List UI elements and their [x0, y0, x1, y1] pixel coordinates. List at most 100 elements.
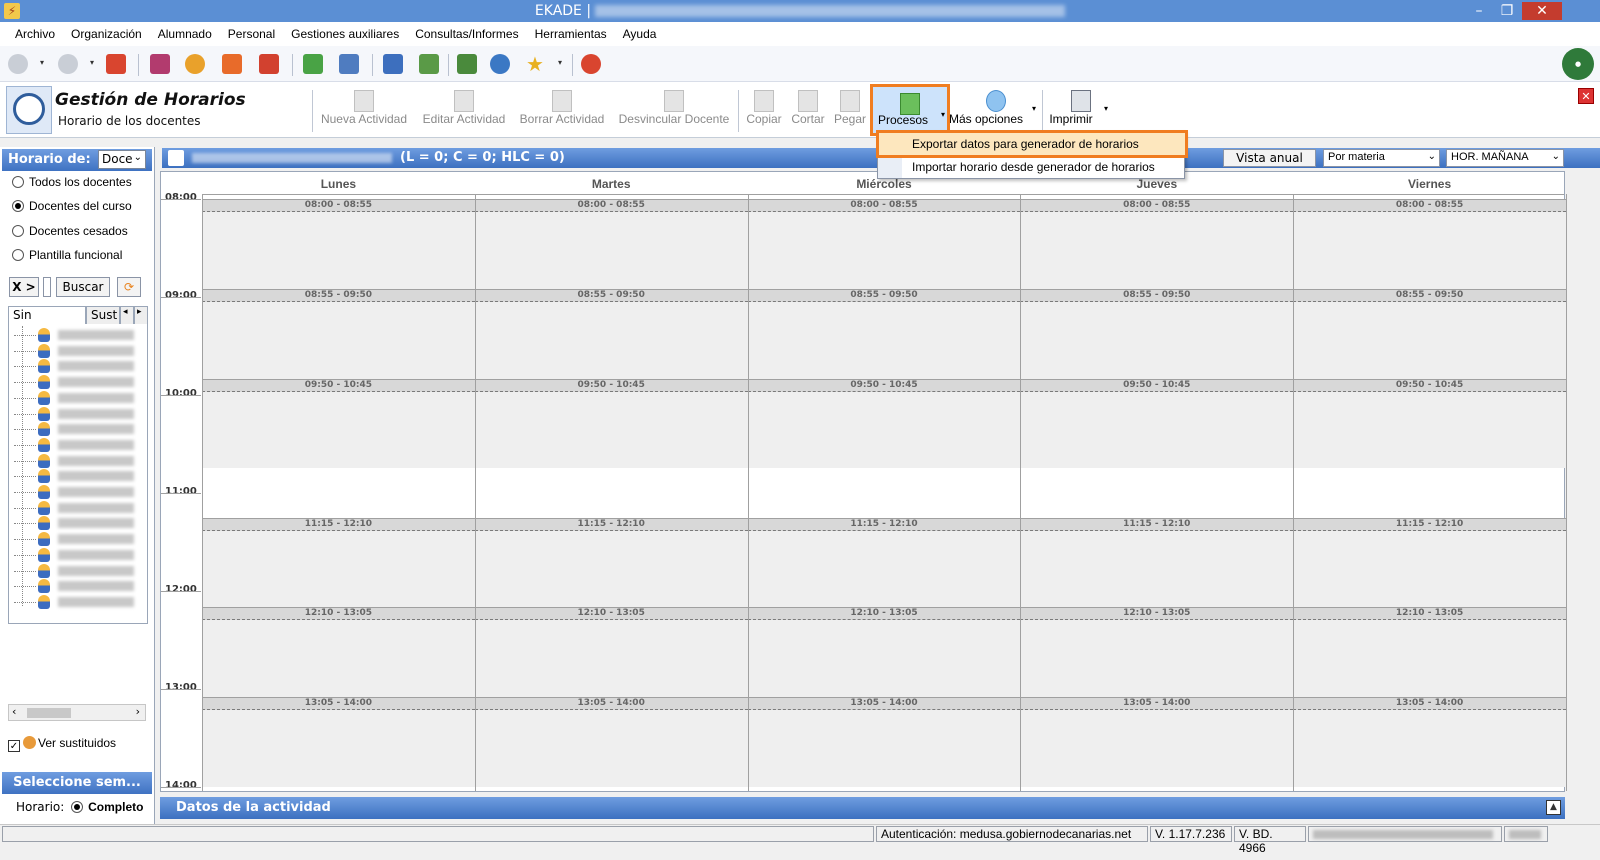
time-slot[interactable]: 13:05 - 14:00: [747, 697, 1021, 787]
scroll-left-icon[interactable]: ‹: [12, 705, 16, 718]
nueva-actividad-button[interactable]: Nueva Actividad: [318, 84, 410, 136]
menu-alumnado[interactable]: Alumnado: [150, 22, 220, 46]
tree-teacher-item[interactable]: [14, 500, 136, 516]
menu-personal[interactable]: Personal: [220, 22, 283, 46]
star-icon[interactable]: ★: [526, 54, 546, 74]
time-slot[interactable]: 09:50 - 10:45: [474, 378, 748, 469]
time-slot[interactable]: 08:00 - 08:55: [1020, 199, 1294, 289]
time-slot[interactable]: 08:55 - 09:50: [202, 288, 475, 379]
desvincular-docente-button[interactable]: Desvincular Docente: [618, 84, 730, 136]
time-slot[interactable]: 08:55 - 09:50: [474, 288, 748, 379]
forward-dropdown-icon[interactable]: ▾: [90, 58, 94, 67]
por-materia-select[interactable]: Por materia ⌄: [1323, 149, 1440, 167]
time-slot[interactable]: 09:50 - 10:45: [202, 378, 475, 469]
tree-teacher-item[interactable]: [14, 594, 136, 610]
close-button[interactable]: ✕: [1522, 2, 1562, 20]
tree-teacher-item[interactable]: [14, 406, 136, 422]
expand-up-icon[interactable]: ▲: [1546, 800, 1561, 815]
vista-anual-button[interactable]: Vista anual: [1223, 149, 1316, 167]
users-icon[interactable]: [419, 54, 439, 74]
radio-plantilla-funcional[interactable]: Plantilla funcional: [12, 248, 122, 262]
green-book-icon[interactable]: [457, 54, 477, 74]
back-icon[interactable]: [8, 54, 28, 74]
minimize-button[interactable]: –: [1466, 2, 1492, 20]
seleccione-semana-header[interactable]: Seleccione sem...: [2, 772, 152, 794]
tree-teacher-item[interactable]: [14, 563, 136, 579]
menu-herramientas[interactable]: Herramientas: [527, 22, 615, 46]
tree-teacher-item[interactable]: [14, 468, 136, 484]
time-slot[interactable]: 12:10 - 13:05: [1020, 607, 1294, 698]
restore-button[interactable]: ❐: [1494, 2, 1520, 20]
tree-teacher-item[interactable]: [14, 484, 136, 500]
time-slot[interactable]: 08:55 - 09:50: [1020, 288, 1294, 379]
time-slot[interactable]: 13:05 - 14:00: [1293, 697, 1566, 787]
tree-teacher-item[interactable]: [14, 453, 136, 469]
buscar-button[interactable]: Buscar: [56, 277, 110, 297]
tree-teacher-item[interactable]: [14, 390, 136, 406]
tree-teacher-item[interactable]: [14, 421, 136, 437]
menu-importar-horario[interactable]: Importar horario desde generador de hora…: [879, 156, 1185, 178]
help-lifebuoy-icon[interactable]: [581, 54, 601, 74]
back-dropdown-icon[interactable]: ▾: [40, 58, 44, 67]
time-slot[interactable]: 08:00 - 08:55: [1293, 199, 1566, 289]
tree-teacher-item[interactable]: [14, 547, 136, 563]
radio-completo[interactable]: Completo: [68, 800, 143, 814]
time-slot[interactable]: 08:00 - 08:55: [747, 199, 1021, 289]
ribbon-close-icon[interactable]: ✕: [1578, 88, 1594, 104]
time-slot[interactable]: 13:05 - 14:00: [1020, 697, 1294, 787]
mail-icon[interactable]: [339, 54, 359, 74]
pegar-button[interactable]: Pegar: [830, 84, 870, 136]
tree-teacher-item[interactable]: [14, 374, 136, 390]
time-slot[interactable]: 12:10 - 13:05: [474, 607, 748, 698]
tree-teacher-item[interactable]: [14, 343, 136, 359]
tree-teacher-item[interactable]: [14, 531, 136, 547]
tree-teacher-item[interactable]: [14, 578, 136, 594]
radio-docentes-cesados[interactable]: Docentes cesados: [12, 224, 128, 238]
time-slot[interactable]: 12:10 - 13:05: [202, 607, 475, 698]
clear-filter-button[interactable]: X >: [9, 277, 39, 297]
refresh-icon[interactable]: ⟳: [117, 277, 141, 297]
forward-icon[interactable]: [58, 54, 78, 74]
tree-teacher-item[interactable]: [14, 358, 136, 374]
star-dropdown-icon[interactable]: ▾: [558, 58, 562, 67]
cortar-button[interactable]: Cortar: [788, 84, 828, 136]
time-slot[interactable]: 09:50 - 10:45: [747, 378, 1021, 469]
download-icon[interactable]: [303, 54, 323, 74]
time-slot[interactable]: 09:50 - 10:45: [1293, 378, 1566, 469]
time-slot[interactable]: 11:15 - 12:10: [202, 517, 475, 608]
time-slot[interactable]: 11:15 - 12:10: [1293, 517, 1566, 608]
globe-icon[interactable]: [490, 54, 510, 74]
menu-consultas[interactable]: Consultas/Informes: [407, 22, 526, 46]
horario-de-select[interactable]: Doce ⌄: [98, 150, 146, 169]
time-slot[interactable]: 13:05 - 14:00: [202, 697, 475, 787]
mas-opciones-button[interactable]: Más opciones ▾: [949, 84, 1040, 136]
scroll-right-icon[interactable]: ›: [136, 705, 140, 718]
menu-archivo[interactable]: Archivo: [0, 22, 63, 46]
menu-gestiones[interactable]: Gestiones auxiliares: [283, 22, 407, 46]
search-doc-icon[interactable]: [150, 54, 170, 74]
copiar-button[interactable]: Copiar: [744, 84, 784, 136]
time-slot[interactable]: 12:10 - 13:05: [747, 607, 1021, 698]
menu-ayuda[interactable]: Ayuda: [615, 22, 665, 46]
tab-sin-agrupar[interactable]: Sin agrupar: [8, 306, 86, 336]
time-slot[interactable]: 11:15 - 12:10: [474, 517, 748, 608]
tab-scroll-right-icon[interactable]: ▸: [134, 306, 148, 324]
tab-scroll-left-icon[interactable]: ◂: [120, 306, 134, 324]
procesos-button[interactable]: Procesos ▾: [870, 84, 950, 136]
time-slot[interactable]: 08:55 - 09:50: [747, 288, 1021, 379]
radio-docentes-curso[interactable]: Docentes del curso: [12, 199, 132, 213]
time-slot[interactable]: 08:55 - 09:50: [1293, 288, 1566, 379]
radio-todos-docentes[interactable]: Todos los docentes: [12, 175, 132, 189]
menu-organizacion[interactable]: Organización: [63, 22, 150, 46]
tree-teacher-item[interactable]: [14, 327, 136, 343]
calendar-icon[interactable]: [222, 54, 242, 74]
book-icon[interactable]: [383, 54, 403, 74]
tab-sustituciones[interactable]: Sust: [86, 306, 120, 324]
time-slot[interactable]: 12:10 - 13:05: [1293, 607, 1566, 698]
time-slot[interactable]: 11:15 - 12:10: [1020, 517, 1294, 608]
imprimir-button[interactable]: Imprimir ▾: [1046, 84, 1116, 136]
ver-sustituidos-checkbox[interactable]: ✓ Ver sustituidos: [8, 736, 116, 752]
schedule-icon[interactable]: [259, 54, 279, 74]
editar-actividad-button[interactable]: Editar Actividad: [418, 84, 510, 136]
menu-exportar-datos[interactable]: Exportar datos para generador de horario…: [876, 130, 1188, 158]
